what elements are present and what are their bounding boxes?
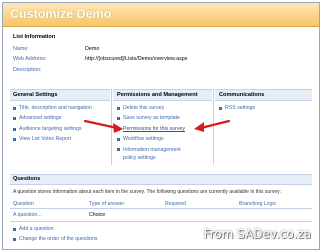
required-column-header: Required: [165, 201, 187, 207]
question-type: Choice: [89, 212, 106, 218]
left-arrow-icon: [83, 119, 123, 133]
permissions-for-survey-link[interactable]: Permissions for this survey: [123, 126, 185, 132]
name-label: Name:: [13, 46, 29, 52]
title-bar: Customize Demo: [3, 3, 319, 27]
change-order-link[interactable]: Change the order of the questions: [19, 236, 97, 242]
bullet-icon: [13, 228, 16, 231]
view-list-votes-report-link[interactable]: View List Votes Report: [19, 136, 71, 142]
question-link[interactable]: A question...: [13, 212, 42, 218]
rss-settings-link[interactable]: RSS settings: [225, 105, 255, 111]
web-address-label: Web Address:: [13, 56, 47, 62]
question-column-header: Question: [13, 201, 34, 207]
advanced-settings-link[interactable]: Advanced settings: [19, 115, 61, 121]
delete-survey-link[interactable]: Delete this survey: [123, 105, 164, 111]
divider: [10, 221, 312, 222]
audience-targeting-link[interactable]: Audience targeting settings: [19, 126, 82, 132]
communications-heading: Communications: [219, 92, 265, 98]
bullet-icon: [13, 238, 16, 241]
save-survey-template-link[interactable]: Save survey as template: [123, 115, 180, 121]
bullet-icon: [117, 138, 120, 141]
title-description-navigation-link[interactable]: Title, description and navigation: [19, 105, 92, 111]
settings-window: Customize Demo List Information Name: De…: [2, 2, 320, 250]
bullet-icon: [13, 138, 16, 141]
permissions-heading: Permissions and Management: [117, 92, 198, 98]
list-information-heading: List Information: [13, 34, 56, 40]
information-management-policy-link[interactable]: Information management policy settings: [123, 146, 193, 162]
type-column-header: Type of answer: [89, 201, 125, 207]
bullet-icon: [219, 107, 222, 110]
add-question-link[interactable]: Add a question: [19, 226, 54, 232]
description-label: Description:: [13, 67, 42, 73]
name-value: Demo: [85, 46, 100, 52]
right-arrow-icon: [194, 119, 231, 132]
bullet-icon: [117, 107, 120, 110]
general-settings-heading: General Settings: [13, 92, 58, 98]
page-title: Customize Demo: [10, 7, 112, 21]
questions-heading: Questions: [13, 176, 41, 182]
questions-description: A question stores information about each…: [13, 189, 282, 195]
bullet-icon: [13, 128, 16, 131]
divider: [10, 208, 312, 209]
branching-column-header: Branching Logic: [239, 201, 277, 207]
bullet-icon: [13, 107, 16, 110]
workflow-settings-link[interactable]: Workflow settings: [123, 136, 164, 142]
web-address-value[interactable]: http://[obscured]/Lists/Demo/overview.as…: [85, 56, 187, 62]
bullet-icon: [13, 117, 16, 120]
bullet-icon: [117, 148, 120, 151]
questions-band: [10, 174, 312, 185]
watermark: From SADev.co.za: [203, 227, 311, 241]
